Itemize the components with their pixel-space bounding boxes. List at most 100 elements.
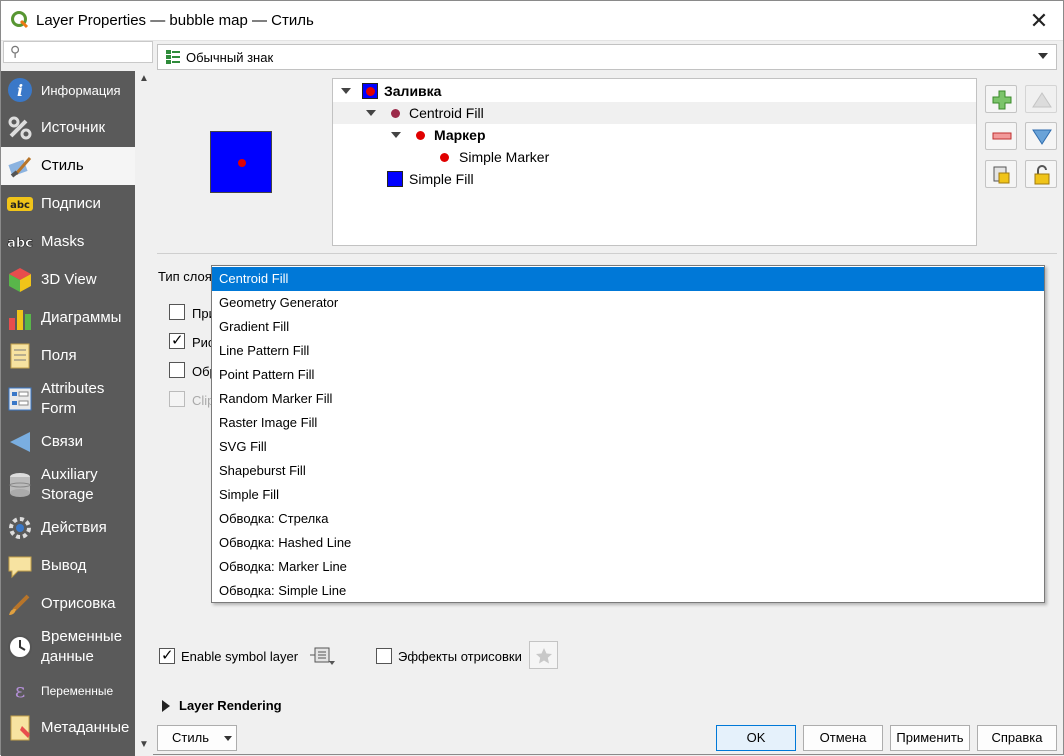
option-checkbox-3[interactable] bbox=[169, 362, 185, 378]
apply-button[interactable]: Применить bbox=[890, 725, 970, 751]
sidebar-scrollbar[interactable]: ▲ ▼ bbox=[135, 71, 153, 756]
sidebar-item-temporal[interactable]: Временные данные bbox=[1, 623, 135, 671]
duplicate-layer-button[interactable] bbox=[985, 160, 1017, 188]
tree-row-fill-symbol[interactable]: Заливка bbox=[333, 80, 976, 102]
dropdown-item[interactable]: SVG Fill bbox=[212, 435, 1044, 459]
window-title: Layer Properties — bubble map — Стиль bbox=[36, 12, 314, 29]
ok-button[interactable]: OK bbox=[716, 725, 796, 751]
duplicate-icon bbox=[993, 166, 1010, 184]
renderer-selected-value: Обычный знак bbox=[186, 50, 274, 65]
remove-symbol-layer-button[interactable] bbox=[985, 122, 1017, 150]
sidebar-item-source[interactable]: Источник bbox=[1, 109, 135, 147]
option-checkbox-2[interactable]: ✓ bbox=[169, 332, 185, 349]
dropdown-item[interactable]: Gradient Fill bbox=[212, 315, 1044, 339]
renderer-select[interactable]: Обычный знак bbox=[157, 44, 1057, 70]
sidebar-item-label: 3D View bbox=[41, 271, 97, 288]
sidebar-item-label: Подписи bbox=[41, 195, 101, 212]
labels-abc-icon: abc bbox=[7, 197, 33, 211]
diagram-icon bbox=[9, 310, 31, 330]
dropdown-item[interactable]: Simple Fill bbox=[212, 483, 1044, 507]
enable-symbol-layer-checkbox[interactable]: ✓ bbox=[159, 647, 175, 664]
add-symbol-layer-button[interactable] bbox=[985, 85, 1017, 113]
svg-text:abc: abc bbox=[10, 200, 30, 211]
centroid-fill-icon bbox=[391, 109, 400, 118]
fields-icon bbox=[10, 343, 30, 369]
sidebar-item-style[interactable]: Стиль bbox=[1, 147, 135, 185]
sidebar-item-labels[interactable]: abc Подписи bbox=[1, 185, 135, 223]
move-up-button[interactable] bbox=[1025, 85, 1057, 113]
sidebar-item-actions[interactable]: Действия bbox=[1, 509, 135, 547]
style-brush-icon bbox=[8, 157, 32, 178]
clip-checkbox bbox=[169, 391, 185, 407]
dropdown-item[interactable]: Обводка: Стрелка bbox=[212, 507, 1044, 531]
sidebar-item-label: Метаданные bbox=[41, 719, 130, 736]
close-button[interactable]: ✕ bbox=[1025, 7, 1053, 35]
sidebar-item-metadata[interactable]: Метаданные bbox=[1, 709, 135, 747]
dropdown-item[interactable]: Centroid Fill bbox=[212, 267, 1044, 291]
triangle-up-icon bbox=[1032, 92, 1052, 108]
marker-symbol-icon bbox=[416, 131, 425, 140]
triangle-down-icon bbox=[1032, 129, 1052, 145]
sidebar-item-variables[interactable]: ε Переменные bbox=[1, 671, 135, 709]
tree-row-marker[interactable]: Маркер bbox=[333, 124, 976, 146]
lock-layer-button[interactable] bbox=[1025, 160, 1057, 188]
data-defined-override-icon[interactable] bbox=[309, 645, 337, 667]
scroll-down-icon[interactable]: ▼ bbox=[138, 739, 150, 751]
enable-symbol-layer-label: Enable symbol layer bbox=[181, 649, 299, 664]
help-button[interactable]: Справка bbox=[977, 725, 1057, 751]
expand-right-icon[interactable] bbox=[161, 700, 171, 712]
sidebar-item-fields[interactable]: Поля bbox=[1, 337, 135, 375]
sidebar-item-masks[interactable]: abc Masks bbox=[1, 223, 135, 261]
draw-effects-button[interactable] bbox=[529, 641, 558, 669]
dropdown-item[interactable]: Shapeburst Fill bbox=[212, 459, 1044, 483]
expand-arrow-icon[interactable] bbox=[341, 88, 351, 94]
option-checkbox-1[interactable] bbox=[169, 304, 185, 320]
move-down-button[interactable] bbox=[1025, 122, 1057, 150]
sidebar-item-label: Auxiliary Storage bbox=[41, 466, 98, 503]
sidebar-item-label: Вывод bbox=[41, 557, 87, 574]
symbol-layer-tree: Заливка Centroid Fill Маркер Simple Mark… bbox=[332, 78, 977, 246]
sidebar-item-rendering[interactable]: Отрисовка bbox=[1, 585, 135, 623]
dropdown-item[interactable]: Обводка: Simple Line bbox=[212, 579, 1044, 603]
style-button-label: Стиль bbox=[172, 730, 209, 745]
dropdown-item[interactable]: Обводка: Marker Line bbox=[212, 555, 1044, 579]
layer-type-label: Тип слоя bbox=[158, 269, 212, 284]
dropdown-item[interactable]: Raster Image Fill bbox=[212, 411, 1044, 435]
draw-effects-checkbox[interactable] bbox=[376, 648, 392, 664]
dropdown-item[interactable]: Обводка: Hashed Line bbox=[212, 531, 1044, 555]
scroll-up-icon[interactable]: ▲ bbox=[138, 73, 150, 85]
cube-3d-icon bbox=[9, 268, 31, 292]
qgis-logo-icon bbox=[11, 11, 29, 29]
sidebar-search-input[interactable]: ⚲ bbox=[3, 41, 153, 63]
style-menu-button[interactable]: Стиль bbox=[157, 725, 237, 751]
dropdown-item[interactable]: Geometry Generator bbox=[212, 291, 1044, 315]
expand-arrow-icon[interactable] bbox=[366, 110, 376, 116]
tree-row-simple-fill[interactable]: Simple Fill bbox=[333, 168, 976, 190]
database-icon bbox=[9, 473, 31, 497]
dropdown-item[interactable]: Line Pattern Fill bbox=[212, 339, 1044, 363]
sidebar-item-3d-view[interactable]: 3D View bbox=[1, 261, 135, 299]
layer-properties-window: Layer Properties — bubble map — Стиль ✕ … bbox=[0, 0, 1064, 756]
sidebar-item-label: Действия bbox=[41, 519, 107, 536]
svg-text:i: i bbox=[17, 81, 23, 100]
sidebar-item-diagrams[interactable]: Диаграммы bbox=[1, 299, 135, 337]
info-icon: i bbox=[8, 78, 32, 102]
sidebar-item-joins[interactable]: Связи bbox=[1, 423, 135, 461]
title-bar: Layer Properties — bubble map — Стиль ✕ bbox=[1, 1, 1063, 41]
sidebar-item-label: Источник bbox=[41, 119, 106, 136]
masks-abc-icon: abc bbox=[7, 236, 33, 252]
sidebar-item-auxiliary-storage[interactable]: Auxiliary Storage bbox=[1, 461, 135, 509]
search-icon: ⚲ bbox=[10, 43, 21, 59]
star-icon bbox=[536, 648, 552, 664]
sidebar-item-information[interactable]: i Информация bbox=[1, 71, 135, 109]
dropdown-item[interactable]: Point Pattern Fill bbox=[212, 363, 1044, 387]
cancel-button[interactable]: Отмена bbox=[803, 725, 883, 751]
tree-label: Centroid Fill bbox=[409, 105, 484, 121]
sidebar-item-display[interactable]: Вывод bbox=[1, 547, 135, 585]
sidebar-item-attributes-form[interactable]: Attributes Form bbox=[1, 375, 135, 423]
dropdown-item[interactable]: Random Marker Fill bbox=[212, 387, 1044, 411]
tree-row-centroid-fill[interactable]: Centroid Fill bbox=[333, 102, 976, 124]
expand-arrow-icon[interactable] bbox=[391, 132, 401, 138]
layer-rendering-header[interactable]: Layer Rendering bbox=[179, 698, 282, 713]
tree-row-simple-marker[interactable]: Simple Marker bbox=[333, 146, 976, 168]
